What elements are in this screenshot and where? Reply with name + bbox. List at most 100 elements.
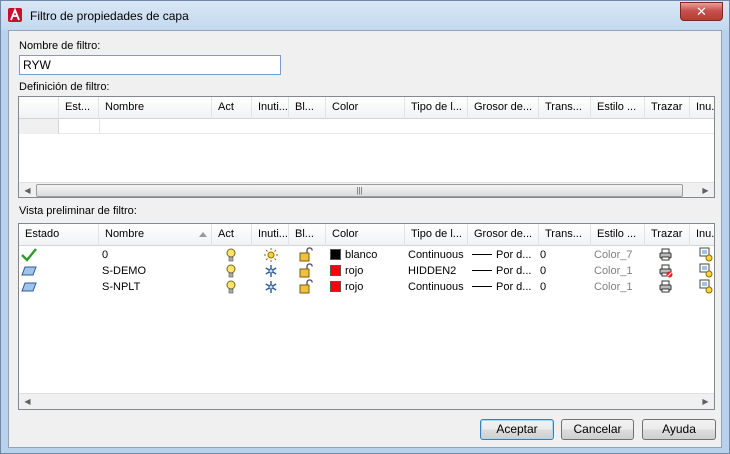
scroll-left-arrow-icon[interactable]: ◀ [19,183,36,197]
filter-name-input[interactable] [19,55,281,75]
dialog-client: Nombre de filtro: Definición de filtro: … [8,30,722,448]
def-col-nombre[interactable]: Nombre [99,97,212,119]
lineweight-line [472,254,492,255]
filter-definition-grid[interactable]: Est... Nombre Act Inuti... Bl... Color T… [18,96,715,198]
layer-lineweight[interactable]: Por d... [472,247,531,263]
filter-preview-grid[interactable]: Estado Nombre Act Inuti... Bl... Color T… [18,223,715,410]
dialog-window: Filtro de propiedades de capa ✕ Nombre d… [0,0,730,454]
viewport-freeze-icon[interactable] [699,263,713,279]
definition-header-rowselector [19,97,59,119]
definition-header: Est... Nombre Act Inuti... Bl... Color T… [19,97,714,119]
autocad-app-icon [8,8,22,22]
layer-plot-style: Color_1 [594,281,633,293]
scroll-thumb[interactable]: ||| [36,184,683,197]
def-col-act[interactable]: Act [212,97,252,119]
prev-col-color[interactable]: Color [326,224,405,246]
lineweight-line [472,270,492,271]
def-col-tipo-linea[interactable]: Tipo de l... [405,97,468,119]
color-name: blanco [345,249,378,261]
color-name: rojo [345,265,364,277]
def-col-transparencia[interactable]: Trans... [539,97,591,119]
lineweight-line [472,286,492,287]
viewport-freeze-icon[interactable] [699,247,713,263]
prev-col-act[interactable]: Act [212,224,252,246]
definition-horizontal-scrollbar[interactable]: ◀ ||| ▶ [19,182,714,197]
unlocked-padlock-icon[interactable] [299,263,313,279]
snowflake-frozen-icon[interactable] [264,280,278,296]
layer-name: S-NPLT [102,281,141,293]
close-button[interactable]: ✕ [680,2,723,21]
layer-linetype[interactable]: HIDDEN2 [408,263,456,279]
snowflake-frozen-icon[interactable] [264,264,278,280]
preview-header: Estado Nombre Act Inuti... Bl... Color T… [19,224,714,246]
prev-col-inutilizar[interactable]: Inuti... [252,224,289,246]
layer-row[interactable]: 0 blanco Continuous Por d... 0 Color_7 [19,247,714,263]
def-col-inutilizar[interactable]: Inuti... [252,97,289,119]
layer-transparency[interactable]: 0 [540,279,546,295]
prev-col-estado[interactable]: Estado [19,224,99,246]
layer-row[interactable]: S-NPLT rojo Continuous Por d... 0 Color_… [19,279,714,295]
prev-col-grosor[interactable]: Grosor de... [468,224,539,246]
lineweight-label: Por d... [496,249,532,261]
layer-transparency[interactable]: 0 [540,247,546,263]
def-col-color[interactable]: Color [326,97,405,119]
title-bar[interactable]: Filtro de propiedades de capa ✕ [1,1,729,30]
lineweight-label: Por d... [496,281,532,293]
color-swatch [330,249,341,260]
sun-thawed-icon[interactable] [264,248,278,264]
prev-col-transparencia[interactable]: Trans... [539,224,591,246]
prev-col-bloquear[interactable]: Bl... [289,224,326,246]
def-col-estado[interactable]: Est... [59,97,99,119]
def-col-inutilizar-vp[interactable]: Inu... [690,97,714,119]
def-col-bloquear[interactable]: Bl... [289,97,326,119]
layer-lineweight[interactable]: Por d... [472,279,531,295]
lightbulb-on-icon[interactable] [226,248,236,264]
def-col-estilo[interactable]: Estilo ... [591,97,645,119]
layer-icon [21,282,37,298]
layer-color[interactable]: rojo [330,263,363,279]
printer-no-plot-icon[interactable] [659,264,673,280]
prev-col-nombre-label: Nombre [105,228,145,240]
def-col-grosor[interactable]: Grosor de... [468,97,539,119]
cancel-button[interactable]: Cancelar [561,419,634,440]
definition-row-selector[interactable] [19,119,59,134]
printer-icon[interactable] [659,248,672,264]
prev-col-estilo[interactable]: Estilo ... [591,224,645,246]
color-name: rojo [345,281,364,293]
layer-transparency[interactable]: 0 [540,263,546,279]
lineweight-label: Por d... [496,265,532,277]
color-swatch [330,265,341,276]
filter-name-label: Nombre de filtro: [19,40,101,52]
layer-row[interactable]: S-DEMO rojo HIDDEN2 Por d... 0 Color_1 [19,263,714,279]
preview-horizontal-scrollbar[interactable]: ◀ ▶ [19,393,714,409]
layer-plot-style: Color_1 [594,265,633,277]
scroll-left-arrow-icon[interactable]: ◀ [19,394,36,409]
layer-color[interactable]: blanco [330,247,377,263]
unlocked-padlock-icon[interactable] [299,247,313,263]
layer-linetype[interactable]: Continuous [408,279,464,295]
unlocked-padlock-icon[interactable] [299,279,313,295]
layer-plot-style: Color_7 [594,249,633,261]
lightbulb-on-icon[interactable] [226,280,236,296]
scroll-right-arrow-icon[interactable]: ▶ [697,183,714,197]
filter-definition-label: Definición de filtro: [19,81,110,93]
prev-col-inutilizar-vp[interactable]: Inu... [690,224,714,246]
prev-col-trazar[interactable]: Trazar [645,224,690,246]
layer-name: S-DEMO [102,265,146,277]
filter-preview-label: Vista preliminar de filtro: [19,205,137,217]
printer-icon[interactable] [659,280,672,296]
accept-button[interactable]: Aceptar [480,419,554,440]
help-button[interactable]: Ayuda [642,419,716,440]
prev-col-tipo-linea[interactable]: Tipo de l... [405,224,468,246]
lightbulb-on-icon[interactable] [226,264,236,280]
prev-col-nombre[interactable]: Nombre [99,224,212,246]
scroll-right-arrow-icon[interactable]: ▶ [697,394,714,409]
layer-color[interactable]: rojo [330,279,363,295]
check-icon [21,248,37,264]
layer-linetype[interactable]: Continuous [408,247,464,263]
viewport-freeze-icon[interactable] [699,279,713,295]
def-col-trazar[interactable]: Trazar [645,97,690,119]
definition-empty-row[interactable] [19,119,714,134]
definition-cell-divider [99,119,100,134]
layer-lineweight[interactable]: Por d... [472,263,531,279]
